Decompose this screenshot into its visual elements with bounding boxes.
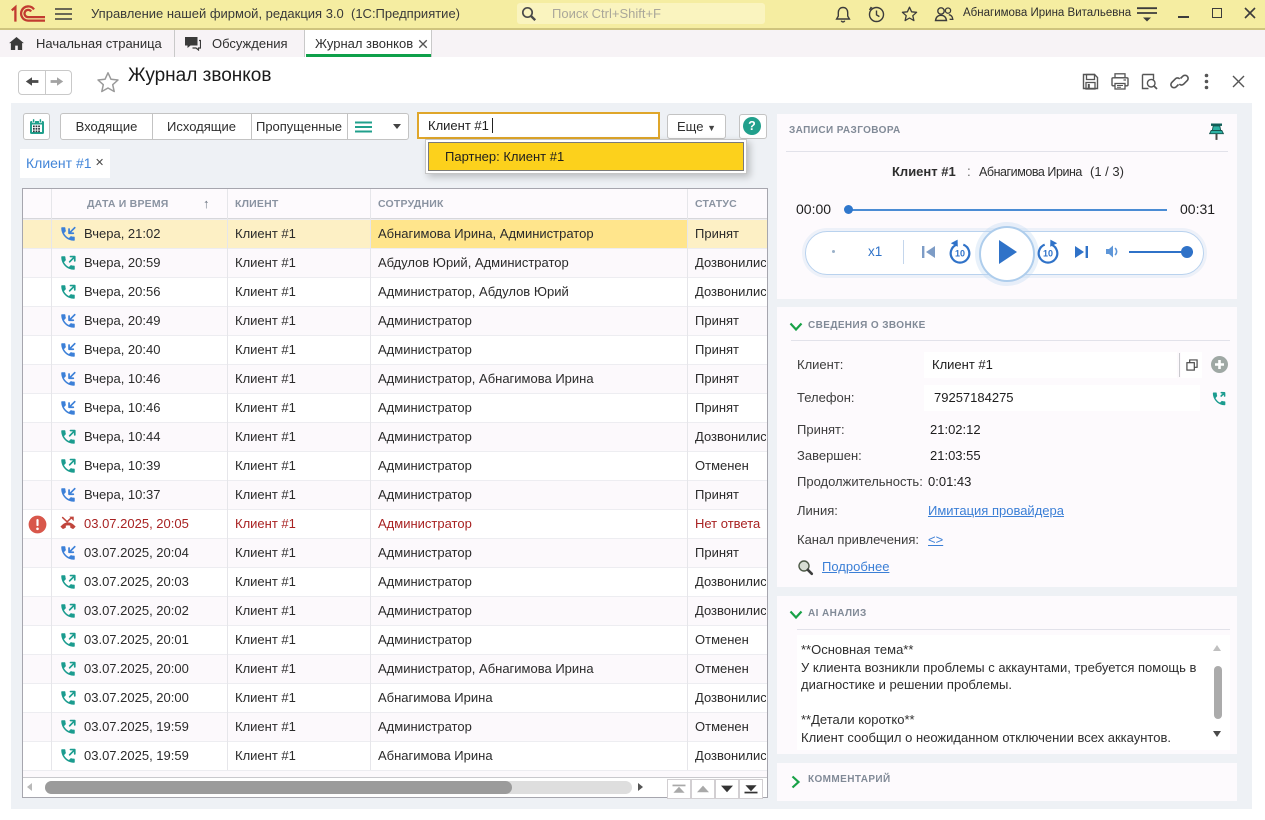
svg-text:10: 10 (1043, 249, 1053, 259)
svg-text:10: 10 (955, 249, 965, 259)
